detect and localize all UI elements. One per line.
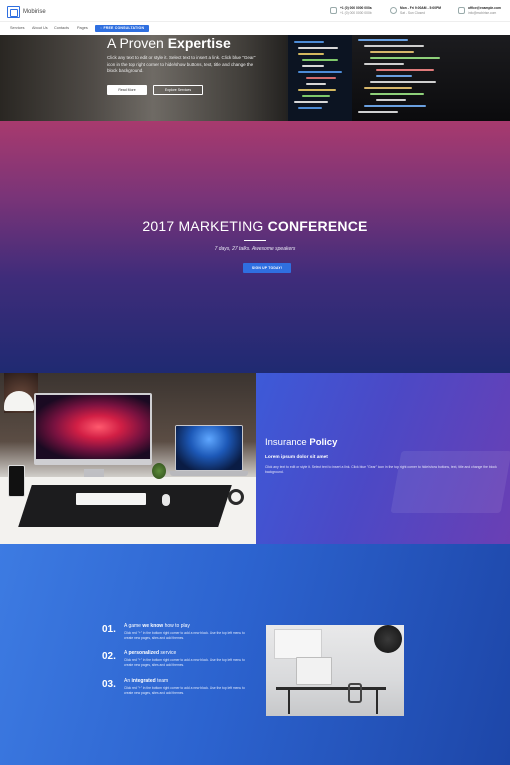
workspace-image	[0, 373, 256, 544]
laptop	[175, 425, 243, 471]
office-window	[274, 629, 322, 659]
feature-title-1-post: how to play	[163, 623, 190, 629]
desk-plant	[152, 463, 166, 479]
free-consultation-label: FREE CONSULTATION	[103, 26, 145, 30]
nav-services[interactable]: Services	[10, 26, 25, 30]
feature-title-3: An integrated team	[124, 678, 168, 684]
office-image	[266, 625, 404, 716]
email-line-1[interactable]: office@example.com	[468, 6, 501, 11]
phone-line-1[interactable]: +1 (0) 000 0000 000a	[340, 6, 372, 11]
insurance-title-light: Insurance	[265, 437, 307, 448]
sign-up-button[interactable]: SIGN UP TODAY!	[243, 263, 291, 273]
office-desk-leg	[288, 690, 290, 714]
feature-title-3-post: team	[155, 678, 169, 684]
conference-title-bold: CONFERENCE	[267, 218, 368, 234]
office-desk-leg	[376, 690, 378, 714]
brand-logo[interactable]: Mobirise	[7, 5, 46, 18]
brand-name: Mobirise	[23, 8, 46, 15]
phone-line-2: +1 (0) 000 0000 000b	[340, 10, 372, 15]
top-bar: Mobirise +1 (0) 000 0000 000a +1 (0) 000…	[0, 0, 510, 22]
insurance-text: Click any text to edit or style it. Sele…	[265, 465, 497, 474]
conference-subtitle: 7 days, 27 talks. Awesome speakers	[214, 246, 296, 252]
conference-title: 2017 MARKETING CONFERENCE	[0, 218, 510, 234]
nav-contacts[interactable]: Contacts	[54, 26, 69, 30]
keyboard	[76, 493, 146, 505]
desk-mat	[18, 485, 232, 527]
feature-title-3-pre: An	[124, 678, 132, 684]
insurance-section: Insurance Policy Lorem ipsum dolor sit a…	[256, 373, 510, 544]
hours-line-2: Sat - Sun Closed	[400, 10, 425, 15]
hero-section: A Proven Expertise Click any text to edi…	[0, 35, 510, 121]
hero-title-bold: Expertise	[167, 35, 231, 51]
contact-hours: Mon - Fri 9:00AM - 5:00PM Sat - Sun Clos…	[390, 6, 441, 15]
feature-text-1: Click red "+" in the bottom right corner…	[124, 631, 245, 640]
conference-section: 2017 MARKETING CONFERENCE 7 days, 27 tal…	[0, 121, 510, 373]
phone-icon	[330, 7, 337, 14]
mail-icon	[458, 7, 465, 14]
explore-services-button[interactable]: Explore Services	[153, 85, 203, 95]
insurance-title-bold: Policy	[309, 437, 338, 448]
conference-divider	[244, 240, 266, 241]
feature-number-1: 01.	[102, 624, 116, 635]
contact-email: office@example.com info@mobirise.com	[458, 6, 501, 15]
feature-title-1: A game we know how to play	[124, 623, 190, 629]
office-plant	[374, 625, 402, 653]
feature-text-2: Click red "+" in the bottom right corner…	[124, 658, 245, 667]
features-section	[0, 544, 510, 765]
free-consultation-button[interactable]: ◌ FREE CONSULTATION	[95, 25, 150, 32]
hero-code-screen	[352, 35, 510, 121]
feature-title-3-bold: integrated	[131, 678, 156, 684]
contact-phone: +1 (0) 000 0000 000a +1 (0) 000 0000 000…	[330, 6, 372, 15]
nav-pages[interactable]: Pages	[77, 26, 88, 30]
laptop-base	[170, 471, 248, 476]
feature-number-3: 03.	[102, 679, 116, 690]
smartphone	[8, 465, 25, 497]
insurance-title: Insurance Policy	[265, 437, 337, 448]
feature-title-2: A personalized service	[124, 650, 176, 656]
office-desk	[276, 687, 386, 690]
feature-title-1-pre: A game	[124, 623, 143, 629]
feature-title-1-bold: we know	[142, 623, 164, 629]
mouse	[162, 494, 170, 506]
feature-title-2-post: service	[159, 650, 177, 656]
email-line-2[interactable]: info@mobirise.com	[468, 11, 501, 16]
insurance-background-laptop	[390, 451, 510, 513]
read-more-button[interactable]: Read More	[107, 85, 147, 95]
office-monitor	[296, 657, 332, 685]
feature-number-2: 02.	[102, 651, 116, 662]
insurance-subtitle: Lorem ipsum dolor sit amet	[265, 455, 328, 460]
page: Mobirise +1 (0) 000 0000 000a +1 (0) 000…	[0, 0, 510, 765]
hero-text: Click any text to edit or style it. Sele…	[107, 55, 256, 74]
office-chair	[348, 683, 362, 703]
feature-title-2-bold: personalized	[128, 650, 160, 656]
nav-about-us[interactable]: About Us	[32, 26, 48, 30]
feature-text-3: Click red "+" in the bottom right corner…	[124, 686, 245, 695]
clock-icon	[390, 7, 397, 14]
conference-title-light: 2017 MARKETING	[142, 218, 264, 234]
hours-line-1: Mon - Fri 9:00AM - 5:00PM	[400, 6, 442, 10]
hero-monitor-image	[286, 35, 352, 121]
logo-icon	[7, 5, 20, 18]
hero-title-light: A Proven	[107, 35, 164, 51]
main-nav: Services About Us Contacts Pages ◌ FREE …	[0, 22, 510, 35]
hero-title: A Proven Expertise	[107, 35, 231, 51]
imac-monitor	[34, 393, 152, 465]
headphones	[228, 489, 244, 505]
